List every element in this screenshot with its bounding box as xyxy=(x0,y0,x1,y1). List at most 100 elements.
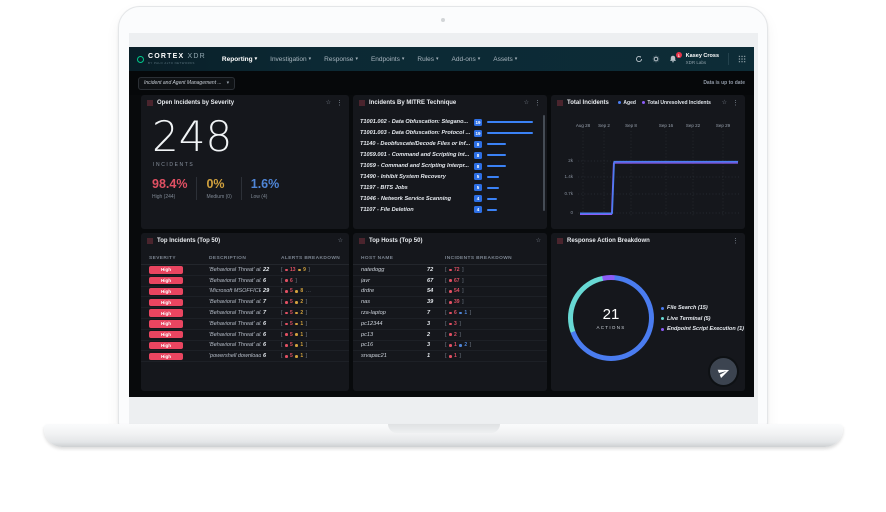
table-row[interactable]: natedogg72[72] xyxy=(353,265,547,276)
nav-item-rules[interactable]: Rules▾ xyxy=(417,56,438,63)
alerts-breakdown: [52] xyxy=(281,310,341,316)
mitre-row[interactable]: T1107 - File Deletion4 xyxy=(360,204,541,215)
nav-item-assets[interactable]: Assets▾ xyxy=(493,56,517,63)
bracket-close: ] xyxy=(459,332,461,338)
donut-legend-label: Endpoint Script Execution (1) xyxy=(667,326,744,332)
mitre-row[interactable]: T1046 - Network Service Scanning4 xyxy=(360,193,541,204)
table-row[interactable]: pc132[2] xyxy=(353,330,547,341)
incident-description: 'Behavioral Threat' al... xyxy=(209,332,261,338)
bracket-open: [ xyxy=(281,342,283,348)
mitre-technique-name: T1140 - Deobfuscate/Decode Files or Inf.… xyxy=(360,141,474,147)
actions-label: ACTIONS xyxy=(596,325,625,330)
mitre-row[interactable]: T1001.003 - Data Obfuscation: Protocol .… xyxy=(360,128,541,139)
nav-item-add-ons[interactable]: Add-ons▾ xyxy=(452,56,481,63)
scrollbar[interactable] xyxy=(543,115,546,211)
favorite-star-icon[interactable]: ☆ xyxy=(338,237,343,244)
mitre-count-badge: 19 xyxy=(474,119,482,126)
nav-item-endpoints[interactable]: Endpoints▾ xyxy=(371,56,404,63)
breakdown-dot-red xyxy=(449,323,452,326)
total-incidents-line-chart xyxy=(551,95,745,229)
breakdown-cell: [51] xyxy=(281,353,341,359)
mitre-row[interactable]: T1490 - Inhibit System Recovery5 xyxy=(360,171,541,182)
breakdown-value: 2 xyxy=(300,310,303,316)
mitre-row[interactable]: T1059.001 - Command and Scripting Int...… xyxy=(360,150,541,161)
kebab-menu-icon[interactable]: ⋮ xyxy=(732,237,739,245)
table-row[interactable]: javr67[67] xyxy=(353,276,547,287)
send-feedback-fab[interactable] xyxy=(710,358,737,385)
breakdown-dot-red xyxy=(285,279,288,282)
alerts-breakdown: [51] xyxy=(281,342,341,348)
table-row[interactable]: pc163[12] xyxy=(353,341,547,352)
mitre-technique-name: T1059.001 - Command and Scripting Int... xyxy=(360,152,474,158)
laptop-screen-bezel: CORTEX XDR BY PALO ALTO NETWORKS Reporti… xyxy=(118,6,768,430)
kebab-menu-icon[interactable]: ⋮ xyxy=(534,99,541,107)
gear-icon[interactable] xyxy=(652,55,660,63)
table-row[interactable]: High'powershell download...6[51] xyxy=(141,351,349,362)
table-row[interactable]: nas39[39] xyxy=(353,297,547,308)
table-row[interactable]: High'Microsoft MSOFFICE...29[58… xyxy=(141,287,349,298)
nav-item-response[interactable]: Response▾ xyxy=(324,56,358,63)
severity-badge: High xyxy=(149,342,183,350)
breakdown-value: 1 xyxy=(454,342,457,348)
cortex-xdr-logo[interactable]: CORTEX XDR BY PALO ALTO NETWORKS xyxy=(137,53,206,66)
favorite-star-icon[interactable]: ☆ xyxy=(326,99,331,106)
table-row[interactable]: srvapac211[1] xyxy=(353,351,547,362)
breakdown-value: 9 xyxy=(303,267,306,273)
breakdown-value: 1 xyxy=(300,321,303,327)
table-row[interactable]: High'Behavioral Threat' al...6[51] xyxy=(141,341,349,352)
mitre-count-badge: 4 xyxy=(474,195,482,202)
table-row[interactable]: rza-laptop7[61] xyxy=(353,308,547,319)
laptop-screen: CORTEX XDR BY PALO ALTO NETWORKS Reporti… xyxy=(129,33,758,429)
col-header-incidents-breakdown: INCIDENTS BREAKDOWN xyxy=(445,256,539,261)
bracket-open: [ xyxy=(445,310,447,316)
dashboard-selector-dropdown[interactable]: Incident and Agent Management ... ▾ xyxy=(138,77,235,90)
table-row[interactable]: High'Behavioral Threat' al...6[6] xyxy=(141,276,349,287)
incidents-count: 3 xyxy=(427,321,445,327)
nav-item-investigation[interactable]: Investigation▾ xyxy=(270,56,311,63)
mitre-row[interactable]: T1059 - Command and Scripting Interpr...… xyxy=(360,161,541,172)
refresh-icon[interactable] xyxy=(635,55,643,63)
severity-cell: High xyxy=(149,266,209,274)
chevron-down-icon: ▾ xyxy=(255,56,258,62)
kebab-menu-icon[interactable]: ⋮ xyxy=(336,99,343,107)
donut-legend-dot xyxy=(661,317,664,320)
host-cell: natedogg xyxy=(361,267,427,273)
donut-legend-item: Live Terminal (5) xyxy=(661,316,744,322)
breakdown-dot-red xyxy=(449,279,452,282)
table-row[interactable]: drdre54[54] xyxy=(353,287,547,298)
response-donut-chart: 21 ACTIONS xyxy=(568,275,654,361)
mitre-row[interactable]: T1001.002 - Data Obfuscation: Stegano...… xyxy=(360,117,541,128)
table-row[interactable]: High'Behavioral Threat' al...6[51] xyxy=(141,319,349,330)
table-row[interactable]: High'Behavioral Threat' al...7[52] xyxy=(141,308,349,319)
table-row[interactable]: High'Behavioral Threat' al...7[52] xyxy=(141,297,349,308)
breakdown-cell: [67] xyxy=(445,278,539,284)
panel-top-hosts: Top Hosts (Top 50) ☆ HOST NAMEINCIDENTS … xyxy=(353,233,547,391)
table-row[interactable]: High'Behavioral Threat' al...6[51] xyxy=(141,330,349,341)
favorite-star-icon[interactable]: ☆ xyxy=(524,99,529,106)
incidents-count: 54 xyxy=(427,288,445,294)
mitre-bar xyxy=(487,132,533,134)
notifications-bell-icon[interactable]: 1 xyxy=(669,55,677,63)
favorite-star-icon[interactable]: ☆ xyxy=(536,237,541,244)
mitre-row[interactable]: T1197 - BITS Jobs5 xyxy=(360,182,541,193)
brand-name: CORTEX xyxy=(148,53,184,60)
widget-icon xyxy=(359,100,365,106)
bracket-close: ] xyxy=(470,342,472,348)
mitre-bar xyxy=(487,121,533,123)
mitre-technique-name: T1046 - Network Service Scanning xyxy=(360,196,474,202)
mitre-technique-name: T1001.002 - Data Obfuscation: Stegano... xyxy=(360,119,474,125)
actions-count: 21 xyxy=(603,306,620,323)
bracket-close: ] xyxy=(470,310,472,316)
breakdown-dot-blue xyxy=(459,312,462,315)
apps-grid-icon[interactable] xyxy=(738,55,746,63)
mitre-technique-name: T1059 - Command and Scripting Interpr... xyxy=(360,163,474,169)
chevron-down-icon: ▾ xyxy=(436,56,439,62)
bracket-open: [ xyxy=(445,321,447,327)
mitre-row[interactable]: T1140 - Deobfuscate/Decode Files or Inf.… xyxy=(360,139,541,150)
table-row[interactable]: pc123443[3] xyxy=(353,319,547,330)
nav-item-reporting[interactable]: Reporting▾ xyxy=(222,56,257,63)
mitre-count-badge: 8 xyxy=(474,163,482,170)
severity-cell: High xyxy=(149,277,209,285)
table-row[interactable]: High'Behavioral Threat' al...22[139] xyxy=(141,265,349,276)
user-menu[interactable]: Kasey Cross XDR Labs xyxy=(686,53,719,64)
